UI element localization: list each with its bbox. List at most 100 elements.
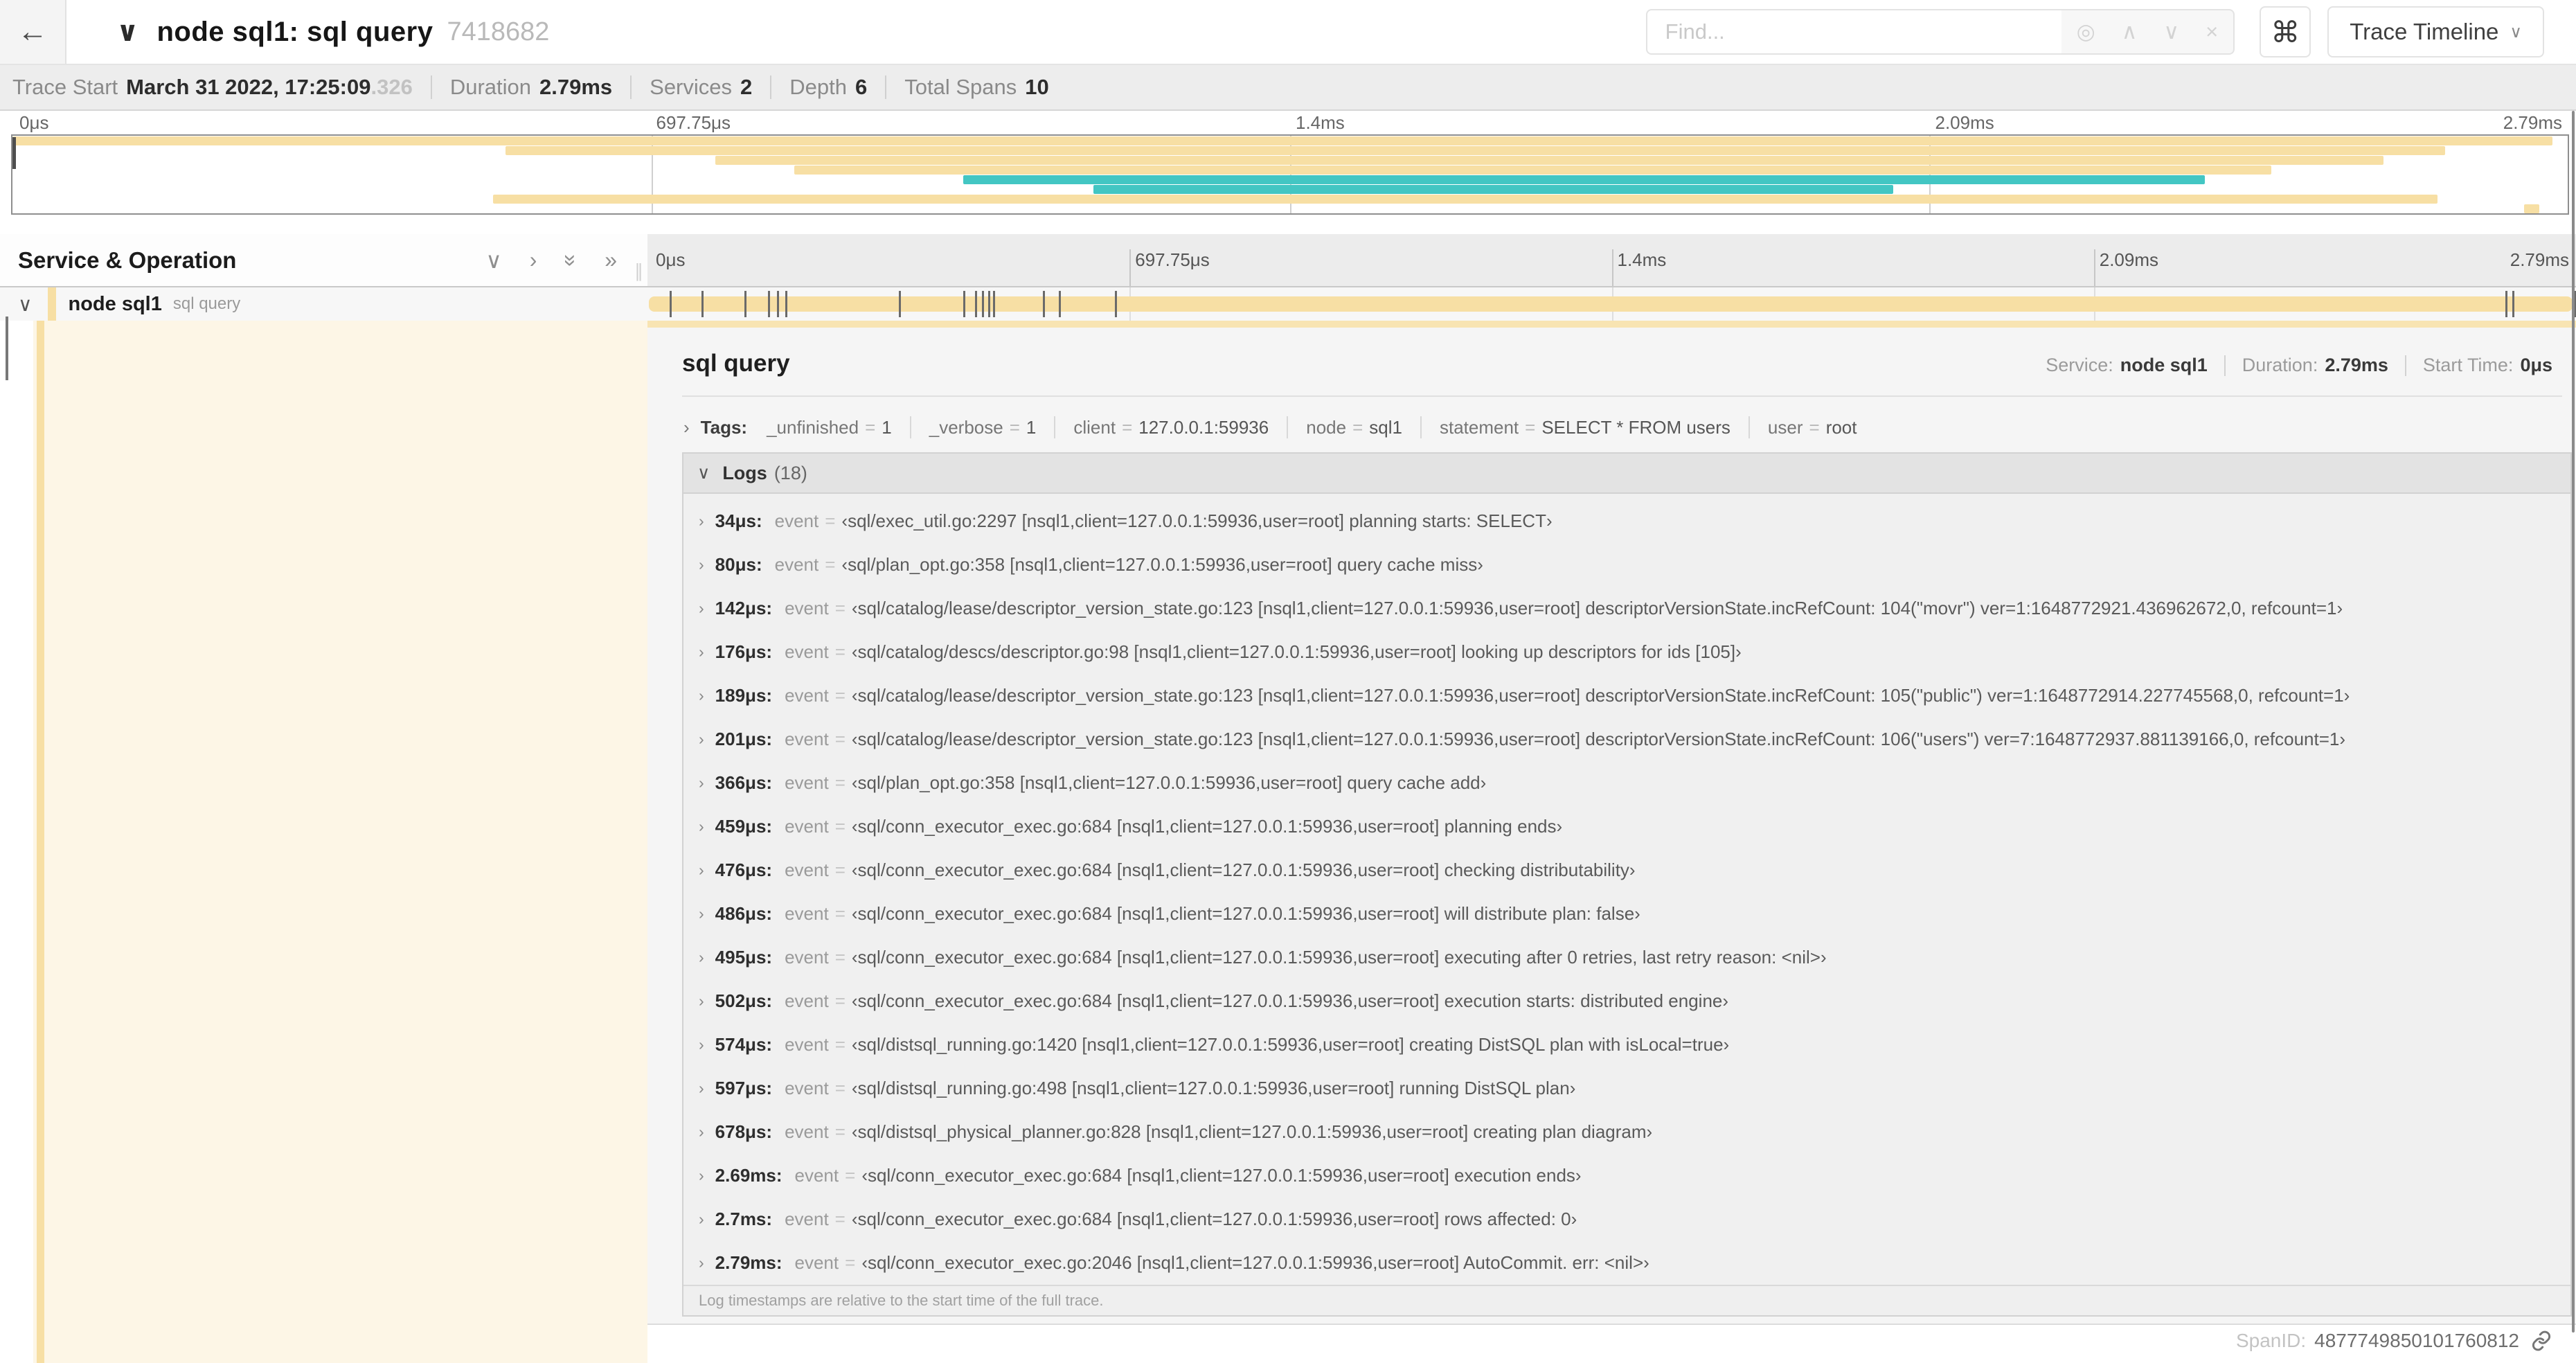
chevron-right-icon[interactable]: ›: [699, 861, 704, 880]
span-row[interactable]: ∨ node sql1 sql query: [0, 287, 2576, 321]
log-row[interactable]: › 189μs: event = ‹sql/catalog/lease/descript…: [683, 674, 2570, 718]
clear-search-icon[interactable]: ×: [2206, 19, 2218, 44]
log-field-value: ‹sql/conn_executor_exec.go:684 [nsql1,cl…: [861, 1165, 1582, 1186]
minimap-drag-handle[interactable]: [12, 137, 16, 169]
chevron-right-icon[interactable]: ›: [699, 992, 704, 1010]
span-row-label[interactable]: ∨ node sql1 sql query: [0, 287, 647, 321]
span-detail-row: sql query Service: node sql1 Duration: 2.79…: [0, 317, 2576, 1363]
log-field-key: event: [785, 1121, 829, 1142]
log-tick-marker[interactable]: [776, 291, 779, 317]
log-row[interactable]: › 502μs: event = ‹sql/conn_executor_exec.go:…: [683, 979, 2570, 1023]
find-input[interactable]: [1645, 9, 2061, 55]
chevron-right-icon[interactable]: ›: [699, 1079, 704, 1098]
chevron-down-icon[interactable]: ∨: [697, 463, 710, 483]
chevron-right-icon[interactable]: ›: [699, 730, 704, 749]
tags-row[interactable]: › Tags: _unfinished = 1 _verbose = 1 client = 12…: [647, 397, 2576, 438]
span-bar-track[interactable]: [647, 287, 2576, 321]
log-row[interactable]: › 2.79ms: event = ‹sql/conn_executor_exec.go…: [683, 1241, 2570, 1285]
log-row[interactable]: › 34μs: event = ‹sql/exec_util.go:2297 [nsql…: [683, 499, 2570, 543]
tick-label: 2.79ms: [2510, 249, 2569, 270]
log-tick-marker[interactable]: [988, 291, 991, 317]
log-tick-marker[interactable]: [744, 291, 746, 317]
log-tick-marker[interactable]: [701, 291, 704, 317]
log-row[interactable]: › 201μs: event = ‹sql/catalog/lease/descript…: [683, 718, 2570, 761]
chevron-right-icon[interactable]: ›: [699, 1123, 704, 1141]
chevron-right-icon[interactable]: ›: [699, 1254, 704, 1272]
trace-collapse-chevron-icon[interactable]: ∨: [116, 16, 138, 48]
span-overview-stats: Service: node sql1 Duration: 2.79ms Start Ti…: [2046, 355, 2552, 376]
log-row[interactable]: › 142μs: event = ‹sql/catalog/lease/descript…: [683, 587, 2570, 630]
next-result-icon[interactable]: ∨: [2163, 19, 2179, 44]
chevron-right-icon[interactable]: ›: [699, 686, 704, 705]
log-tick-marker[interactable]: [785, 291, 787, 317]
collapse-all-icon[interactable]: »: [557, 254, 584, 267]
log-row[interactable]: › 486μs: event = ‹sql/conn_executor_exec.go:…: [683, 892, 2570, 936]
log-row[interactable]: › 176μs: event = ‹sql/catalog/descs/descript…: [683, 630, 2570, 674]
chevron-right-icon[interactable]: ›: [699, 1166, 704, 1185]
separator: [430, 75, 432, 99]
chevron-down-icon: ∨: [2510, 22, 2522, 42]
keyboard-shortcuts-button[interactable]: ⌘: [2260, 6, 2311, 57]
detail-row-highlight: [33, 321, 647, 1363]
log-tick-marker[interactable]: [1114, 291, 1117, 317]
log-equals: =: [834, 859, 846, 880]
span-duration-bar[interactable]: [649, 296, 2573, 312]
expand-collapse-controls: ∨ › » »: [485, 247, 617, 274]
minimap-canvas[interactable]: [11, 134, 2569, 215]
chevron-right-icon[interactable]: ›: [699, 1210, 704, 1229]
log-field-key: event: [774, 510, 819, 531]
summary-value-fraction: .326: [370, 75, 413, 99]
log-row[interactable]: › 678μs: event = ‹sql/distsql_physical_plann…: [683, 1110, 2570, 1154]
log-tick-marker[interactable]: [669, 291, 672, 317]
chevron-right-icon[interactable]: ›: [699, 512, 704, 531]
log-timestamp: 34μs:: [715, 510, 762, 531]
chevron-right-icon[interactable]: ›: [683, 417, 690, 438]
log-tick-marker[interactable]: [993, 291, 996, 317]
log-equals: =: [834, 729, 846, 749]
chevron-right-icon[interactable]: ›: [699, 1035, 704, 1054]
log-tick-marker[interactable]: [2512, 291, 2515, 317]
log-row[interactable]: › 495μs: event = ‹sql/conn_executor_exec.go:…: [683, 936, 2570, 979]
chevron-right-icon[interactable]: ›: [699, 774, 704, 792]
log-tick-marker[interactable]: [1058, 291, 1061, 317]
chevron-right-icon[interactable]: ›: [699, 643, 704, 661]
back-button[interactable]: ←: [0, 0, 66, 64]
log-field-key: event: [794, 1165, 839, 1186]
expand-one-icon[interactable]: ›: [530, 247, 537, 274]
log-tick-marker[interactable]: [1042, 291, 1045, 317]
expand-all-icon[interactable]: »: [605, 247, 617, 274]
view-selector-button[interactable]: Trace Timeline ∨: [2327, 6, 2544, 57]
log-row[interactable]: › 366μs: event = ‹sql/plan_opt.go:358 [nsql1…: [683, 761, 2570, 805]
left-scrollbar-thumb[interactable]: [6, 317, 8, 380]
log-row[interactable]: › 2.69ms: event = ‹sql/conn_executor_exec.go…: [683, 1154, 2570, 1197]
log-row[interactable]: › 574μs: event = ‹sql/distsql_running.go:142…: [683, 1023, 2570, 1067]
stat-label: Service:: [2046, 355, 2113, 375]
log-row[interactable]: › 2.7ms: event = ‹sql/conn_executor_exec.go:…: [683, 1197, 2570, 1241]
column-resizer-handle[interactable]: ∥: [634, 260, 643, 282]
log-row[interactable]: › 476μs: event = ‹sql/conn_executor_exec.go:…: [683, 848, 2570, 892]
log-tick-marker[interactable]: [975, 291, 978, 317]
summary-value: 10: [1025, 75, 1049, 99]
chevron-right-icon[interactable]: ›: [699, 905, 704, 923]
copy-link-icon[interactable]: [2530, 1330, 2552, 1352]
log-field-value: ‹sql/exec_util.go:2297 [nsql1,client=127…: [841, 510, 1553, 531]
log-tick-marker[interactable]: [982, 291, 985, 317]
chevron-right-icon[interactable]: ›: [699, 948, 704, 967]
log-row[interactable]: › 80μs: event = ‹sql/plan_opt.go:358 [nsql1,…: [683, 543, 2570, 587]
log-tick-marker[interactable]: [2505, 291, 2508, 317]
chevron-right-icon[interactable]: ›: [699, 817, 704, 836]
locate-icon[interactable]: ◎: [2077, 19, 2095, 44]
log-equals: =: [834, 1209, 846, 1229]
log-tick-marker[interactable]: [899, 291, 902, 317]
log-row[interactable]: › 459μs: event = ‹sql/conn_executor_exec.go:…: [683, 805, 2570, 848]
logs-header[interactable]: ∨ Logs (18): [683, 454, 2570, 494]
log-tick-marker[interactable]: [963, 291, 966, 317]
chevron-right-icon[interactable]: ›: [699, 599, 704, 618]
page-scrollbar-thumb[interactable]: [2572, 111, 2575, 1333]
chevron-down-icon[interactable]: ∨: [18, 293, 33, 316]
log-row[interactable]: › 597μs: event = ‹sql/distsql_running.go:498…: [683, 1067, 2570, 1110]
prev-result-icon[interactable]: ∧: [2122, 19, 2138, 44]
log-tick-marker[interactable]: [767, 291, 770, 317]
collapse-one-icon[interactable]: ∨: [485, 247, 501, 274]
chevron-right-icon[interactable]: ›: [699, 555, 704, 574]
